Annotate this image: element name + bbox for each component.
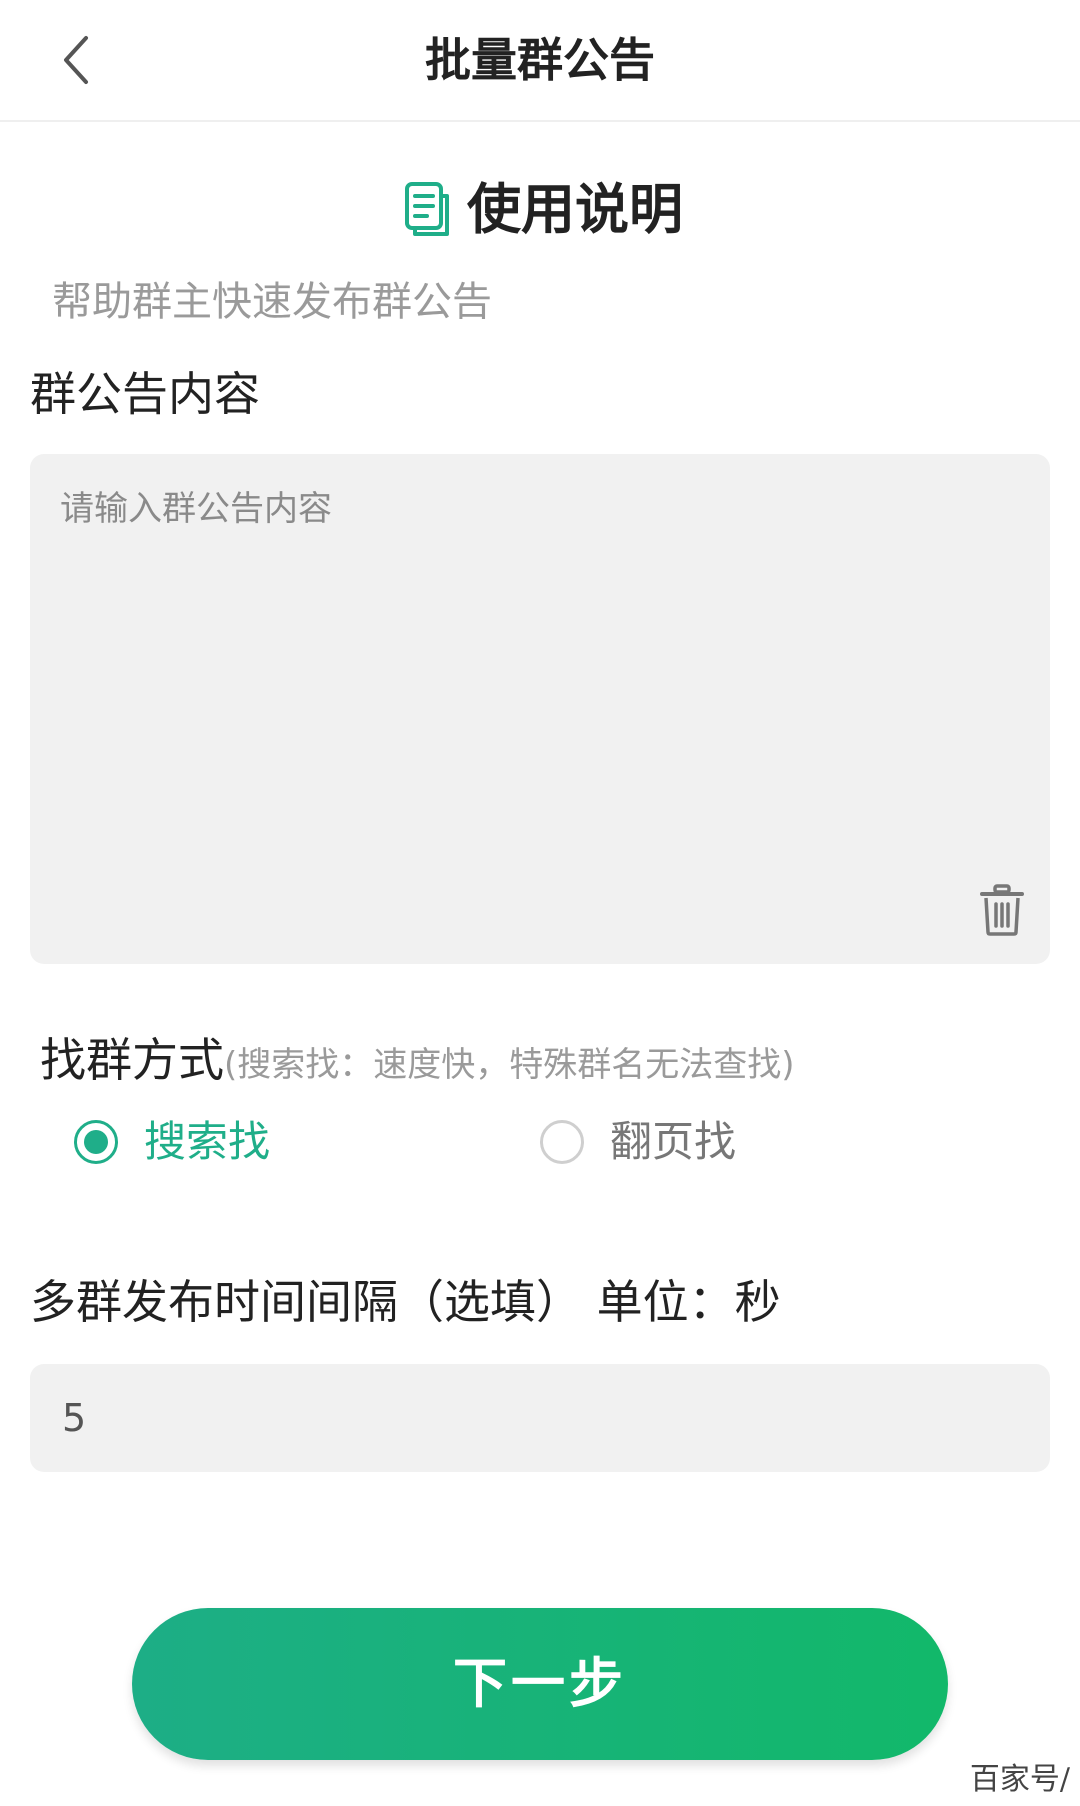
top-navigation-bar: 批量群公告	[0, 0, 1080, 122]
radio-unchecked-icon	[540, 1120, 584, 1164]
radio-search-label: 搜索找	[144, 1117, 271, 1166]
clear-content-button[interactable]	[980, 884, 1024, 936]
radio-checked-icon	[74, 1120, 118, 1164]
radio-page-option[interactable]: 翻页找	[540, 1112, 736, 1172]
radio-search-option[interactable]: 搜索找	[74, 1112, 270, 1172]
interval-input[interactable]: 5	[30, 1364, 1050, 1472]
announcement-textarea[interactable]: 请输入群公告内容	[30, 454, 1050, 964]
usage-title: 使用说明	[467, 178, 683, 241]
find-method-label: 找群方式	[40, 1033, 224, 1087]
usage-heading: 使用说明	[0, 170, 1080, 250]
next-step-button[interactable]: 下一步	[132, 1608, 948, 1760]
interval-label: 多群发布时间间隔（选填） 单位：秒	[30, 1275, 781, 1329]
find-method-hint: (搜索找：速度快，特殊群名无法查找)	[224, 1045, 795, 1085]
announcement-placeholder: 请输入群公告内容	[60, 489, 332, 529]
radio-page-label: 翻页找	[610, 1117, 737, 1166]
document-icon	[405, 182, 449, 236]
find-method-row: 找群方式 (搜索找：速度快，特殊群名无法查找)	[40, 1028, 795, 1097]
page-title: 批量群公告	[425, 33, 655, 87]
trash-icon	[980, 884, 1024, 936]
usage-description: 帮助群主快速发布群公告	[52, 279, 492, 325]
watermark: 百家号/	[969, 1762, 1070, 1797]
announcement-label: 群公告内容	[30, 367, 260, 421]
